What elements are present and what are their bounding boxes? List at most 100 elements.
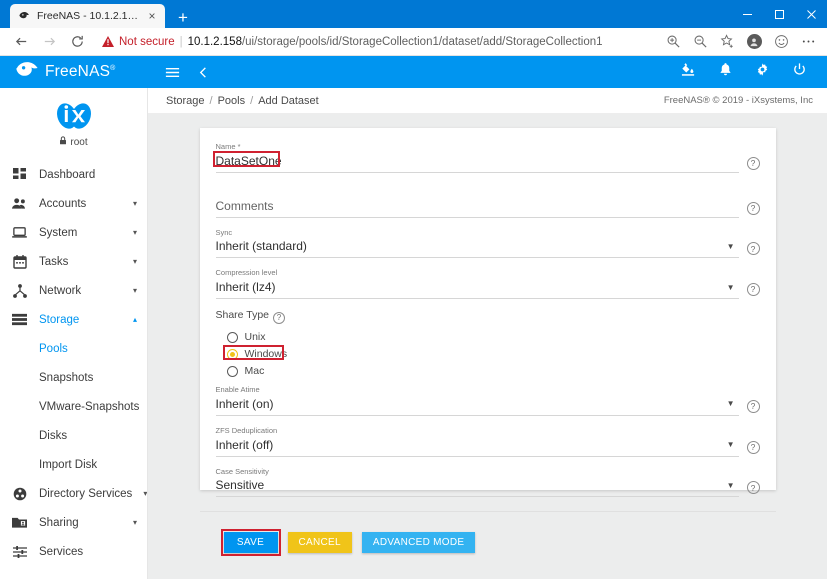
notifications-bell-icon[interactable] (718, 62, 733, 82)
app-body: root Dashboard Accounts ▾ System ▾ Tasks… (0, 88, 827, 579)
services-sliders-icon (11, 545, 28, 559)
advanced-mode-button[interactable]: ADVANCED MODE (361, 532, 476, 554)
chevron-down-icon[interactable]: ▾ (133, 518, 137, 527)
window-close-button[interactable] (795, 0, 827, 28)
settings-gear-icon[interactable] (755, 62, 770, 82)
zoom-in-icon[interactable] (664, 33, 682, 51)
sidebar-item-label: Accounts (39, 197, 87, 210)
share-type-option-mac[interactable]: Mac (216, 363, 760, 379)
browser-toolbar-icons (664, 33, 819, 51)
breadcrumb: Storage / Pools / Add Dataset FreeNAS® ©… (148, 88, 827, 114)
atime-select[interactable]: Inherit (on) ▼ (215, 395, 739, 416)
breadcrumb-item-pools[interactable]: Pools (218, 95, 246, 107)
name-input[interactable]: DataSetOne (215, 152, 739, 173)
power-icon[interactable] (792, 62, 807, 82)
compression-select[interactable]: Inherit (lz4) ▼ (215, 278, 739, 299)
share-type-option-windows[interactable]: Windows (216, 345, 760, 362)
field-row-case-sensitivity: Case Sensitivity Sensitive ▼ ? (215, 466, 760, 498)
chevron-down-icon[interactable]: ▼ (727, 242, 739, 251)
breadcrumb-item-storage[interactable]: Storage (166, 95, 205, 107)
sidebar-item-directory-services[interactable]: Directory Services ▾ (0, 479, 147, 508)
sidebar-item-snapshots[interactable]: Snapshots (0, 363, 147, 392)
browser-navbar: Not secure | 10.1.2.158/ui/storage/pools… (0, 28, 827, 56)
tab-close-icon[interactable]: × (145, 10, 159, 22)
browser-tab[interactable]: FreeNAS - 10.1.2.158 × (10, 4, 165, 28)
freenas-app: FreeNAS® root Dashboard Accounts ▾ Syste… (0, 56, 827, 579)
chevron-up-icon[interactable]: ▴ (133, 315, 137, 324)
sync-field-label: Sync (215, 227, 233, 237)
cancel-button[interactable]: CANCEL (287, 532, 352, 554)
field-row-comments: Comments ? (215, 187, 760, 218)
field-row-compression: Compression level Inherit (lz4) ▼ ? (215, 268, 760, 299)
chevron-down-icon[interactable]: ▾ (133, 199, 137, 208)
sharing-folder-icon (11, 516, 28, 529)
compression-select-value: Inherit (lz4) (215, 280, 276, 294)
case-select[interactable]: Sensitive ▼ (215, 476, 739, 498)
chevron-down-icon[interactable]: ▼ (727, 283, 739, 292)
sidebar-item-pools[interactable]: Pools (0, 334, 147, 363)
sidebar-item-dashboard[interactable]: Dashboard (0, 160, 147, 189)
favorite-star-icon[interactable] (718, 33, 736, 51)
zoom-out-icon[interactable] (691, 33, 709, 51)
help-icon[interactable]: ? (746, 242, 760, 256)
sync-select[interactable]: Inherit (standard) ▼ (215, 237, 739, 259)
url-text: 10.1.2.158/ui/storage/pools/id/StorageCo… (188, 36, 603, 48)
comments-input[interactable]: Comments (215, 197, 739, 218)
help-icon[interactable]: ? (746, 481, 760, 495)
case-field-label: Case Sensitivity (215, 466, 269, 476)
dedup-select-value: Inherit (off) (215, 437, 274, 452)
dashboard-grid-icon (11, 167, 28, 182)
help-icon[interactable]: ? (746, 283, 760, 296)
reload-button[interactable] (64, 30, 90, 54)
case-select-value: Sensitive (215, 478, 265, 493)
freenas-favicon-icon (18, 10, 31, 23)
sidebar-item-system[interactable]: System ▾ (0, 218, 147, 247)
address-bar[interactable]: Not secure | 10.1.2.158/ui/storage/pools… (96, 31, 658, 53)
chevron-down-icon[interactable]: ▾ (133, 286, 137, 295)
window-maximize-button[interactable] (763, 0, 795, 28)
more-menu-icon[interactable] (799, 33, 817, 51)
compression-field-wrap: Compression level Inherit (lz4) ▼ (215, 268, 739, 299)
help-icon[interactable]: ? (746, 156, 760, 170)
breadcrumb-separator: / (250, 94, 254, 107)
save-button[interactable]: SAVE (223, 532, 278, 554)
help-icon[interactable]: ? (746, 399, 760, 413)
breadcrumb-separator: / (209, 94, 213, 107)
sidebar-item-storage[interactable]: Storage ▴ (0, 305, 147, 334)
hamburger-menu-icon[interactable] (164, 64, 181, 81)
chevron-down-icon[interactable]: ▼ (727, 481, 739, 490)
radio-mac-icon[interactable] (226, 365, 238, 377)
form-actions: SAVE CANCEL ADVANCED MODE (216, 529, 760, 557)
chevron-down-icon[interactable]: ▾ (143, 489, 147, 498)
sidebar-item-disks[interactable]: Disks (0, 421, 147, 450)
new-tab-button[interactable]: + (173, 9, 193, 26)
back-button[interactable] (8, 30, 34, 54)
chevron-down-icon[interactable]: ▾ (133, 228, 137, 237)
radio-windows-icon[interactable] (226, 348, 238, 360)
url-domain: 10.1.2.158 (187, 35, 242, 48)
sidebar-item-network[interactable]: Network ▾ (0, 276, 147, 305)
sidebar-item-services[interactable]: Services (0, 537, 147, 566)
theme-palette-icon[interactable] (681, 62, 696, 82)
sidebar-item-sharing[interactable]: Sharing ▾ (0, 508, 147, 537)
share-type-option-unix[interactable]: Unix (216, 329, 760, 345)
help-icon[interactable]: ? (746, 201, 760, 215)
help-icon[interactable]: ? (746, 440, 760, 454)
sidebar-item-import-disk[interactable]: Import Disk (0, 450, 147, 479)
atime-field-label: Enable Atime (215, 385, 260, 394)
chevron-down-icon[interactable]: ▾ (133, 257, 137, 266)
comments-field-wrap: Comments (215, 187, 739, 218)
sidebar-item-accounts[interactable]: Accounts ▾ (0, 189, 147, 218)
sidebar-item-label: Storage (39, 313, 80, 326)
feedback-smiley-icon[interactable] (772, 33, 790, 51)
radio-unix-icon[interactable] (226, 331, 238, 343)
dedup-select[interactable]: Inherit (off) ▼ (215, 436, 739, 457)
sidebar-item-tasks[interactable]: Tasks ▾ (0, 247, 147, 276)
window-minimize-button[interactable] (731, 0, 763, 28)
sidebar-item-vmware-snapshots[interactable]: VMware-Snapshots (0, 392, 147, 421)
help-icon[interactable]: ? (273, 312, 286, 324)
chevron-left-icon[interactable] (197, 66, 210, 79)
profile-avatar-icon[interactable] (745, 33, 763, 51)
chevron-down-icon[interactable]: ▼ (727, 399, 739, 408)
chevron-down-icon[interactable]: ▼ (727, 440, 739, 449)
